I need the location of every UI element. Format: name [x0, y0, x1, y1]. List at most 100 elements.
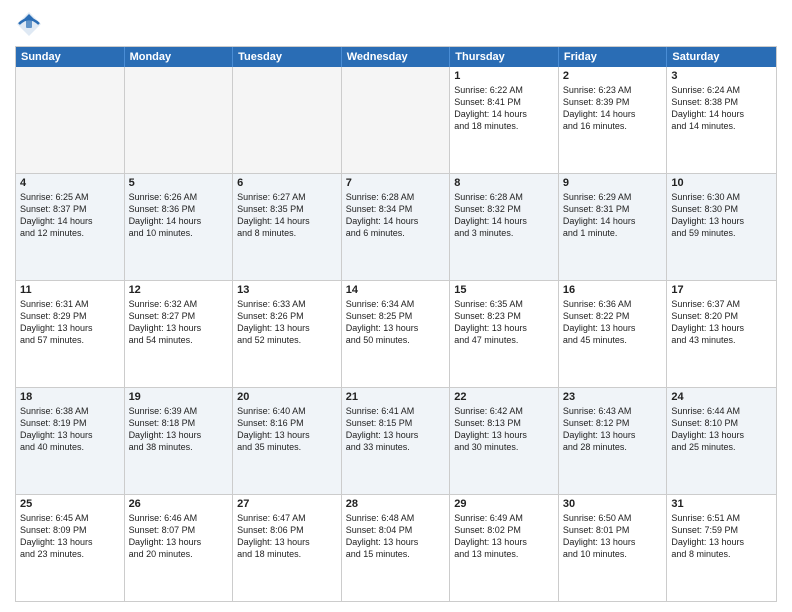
day-number: 28 — [346, 498, 446, 510]
day-number: 27 — [237, 498, 337, 510]
calendar-day-header: Tuesday — [233, 47, 342, 67]
day-info: Sunrise: 6:23 AM Sunset: 8:39 PM Dayligh… — [563, 84, 663, 133]
day-info: Sunrise: 6:46 AM Sunset: 8:07 PM Dayligh… — [129, 512, 229, 561]
day-number: 10 — [671, 177, 772, 189]
calendar-cell: 13 Sunrise: 6:33 AM Sunset: 8:26 PM Dayli… — [233, 281, 342, 387]
calendar-cell: 7 Sunrise: 6:28 AM Sunset: 8:34 PM Daylig… — [342, 174, 451, 280]
day-info: Sunrise: 6:32 AM Sunset: 8:27 PM Dayligh… — [129, 298, 229, 347]
day-number: 17 — [671, 284, 772, 296]
calendar-week: 11Sunrise: 6:31 AM Sunset: 8:29 PM Dayli… — [16, 281, 776, 388]
calendar-cell: 14 Sunrise: 6:34 AM Sunset: 8:25 PM Dayli… — [342, 281, 451, 387]
calendar-day-header: Saturday — [667, 47, 776, 67]
calendar-cell: 10 Sunrise: 6:30 AM Sunset: 8:30 PM Dayli… — [667, 174, 776, 280]
day-info: Sunrise: 6:39 AM Sunset: 8:18 PM Dayligh… — [129, 405, 229, 454]
calendar-cell: 6 Sunrise: 6:27 AM Sunset: 8:35 PM Daylig… — [233, 174, 342, 280]
day-number: 18 — [20, 391, 120, 403]
logo — [15, 10, 47, 38]
calendar-cell — [125, 67, 234, 173]
day-number: 23 — [563, 391, 663, 403]
calendar-week: 4 Sunrise: 6:25 AM Sunset: 8:37 PM Daylig… — [16, 174, 776, 281]
day-number: 8 — [454, 177, 554, 189]
day-number: 20 — [237, 391, 337, 403]
day-number: 1 — [454, 70, 554, 82]
calendar-cell: 12 Sunrise: 6:32 AM Sunset: 8:27 PM Dayli… — [125, 281, 234, 387]
day-number: 13 — [237, 284, 337, 296]
calendar-cell: 3 Sunrise: 6:24 AM Sunset: 8:38 PM Daylig… — [667, 67, 776, 173]
calendar-cell: 26Sunrise: 6:46 AM Sunset: 8:07 PM Dayli… — [125, 495, 234, 601]
calendar-cell: 24 Sunrise: 6:44 AM Sunset: 8:10 PM Dayli… — [667, 388, 776, 494]
calendar-day-header: Sunday — [16, 47, 125, 67]
day-info: Sunrise: 6:44 AM Sunset: 8:10 PM Dayligh… — [671, 405, 772, 454]
day-info: Sunrise: 6:29 AM Sunset: 8:31 PM Dayligh… — [563, 191, 663, 240]
calendar-cell: 23 Sunrise: 6:43 AM Sunset: 8:12 PM Dayli… — [559, 388, 668, 494]
day-info: Sunrise: 6:28 AM Sunset: 8:32 PM Dayligh… — [454, 191, 554, 240]
calendar-cell: 17 Sunrise: 6:37 AM Sunset: 8:20 PM Dayli… — [667, 281, 776, 387]
day-number: 11 — [20, 284, 120, 296]
day-info: Sunrise: 6:36 AM Sunset: 8:22 PM Dayligh… — [563, 298, 663, 347]
day-number: 5 — [129, 177, 229, 189]
day-info: Sunrise: 6:27 AM Sunset: 8:35 PM Dayligh… — [237, 191, 337, 240]
day-info: Sunrise: 6:28 AM Sunset: 8:34 PM Dayligh… — [346, 191, 446, 240]
day-info: Sunrise: 6:45 AM Sunset: 8:09 PM Dayligh… — [20, 512, 120, 561]
day-number: 3 — [671, 70, 772, 82]
calendar-cell — [16, 67, 125, 173]
logo-icon — [15, 10, 43, 38]
calendar-cell: 2 Sunrise: 6:23 AM Sunset: 8:39 PM Daylig… — [559, 67, 668, 173]
day-info: Sunrise: 6:51 AM Sunset: 7:59 PM Dayligh… — [671, 512, 772, 561]
day-info: Sunrise: 6:47 AM Sunset: 8:06 PM Dayligh… — [237, 512, 337, 561]
calendar-cell: 16 Sunrise: 6:36 AM Sunset: 8:22 PM Dayli… — [559, 281, 668, 387]
calendar-cell: 11Sunrise: 6:31 AM Sunset: 8:29 PM Dayli… — [16, 281, 125, 387]
calendar-cell: 9Sunrise: 6:29 AM Sunset: 8:31 PM Daylig… — [559, 174, 668, 280]
calendar-week: 1Sunrise: 6:22 AM Sunset: 8:41 PM Daylig… — [16, 67, 776, 174]
calendar-cell: 30 Sunrise: 6:50 AM Sunset: 8:01 PM Dayli… — [559, 495, 668, 601]
calendar-cell: 31Sunrise: 6:51 AM Sunset: 7:59 PM Dayli… — [667, 495, 776, 601]
calendar-cell: 27 Sunrise: 6:47 AM Sunset: 8:06 PM Dayli… — [233, 495, 342, 601]
calendar: SundayMondayTuesdayWednesdayThursdayFrid… — [15, 46, 777, 602]
day-info: Sunrise: 6:25 AM Sunset: 8:37 PM Dayligh… — [20, 191, 120, 240]
calendar-cell — [342, 67, 451, 173]
calendar-cell: 5 Sunrise: 6:26 AM Sunset: 8:36 PM Daylig… — [125, 174, 234, 280]
day-number: 21 — [346, 391, 446, 403]
calendar-cell: 29Sunrise: 6:49 AM Sunset: 8:02 PM Dayli… — [450, 495, 559, 601]
calendar-week: 25Sunrise: 6:45 AM Sunset: 8:09 PM Dayli… — [16, 495, 776, 601]
day-number: 19 — [129, 391, 229, 403]
day-number: 14 — [346, 284, 446, 296]
header — [15, 10, 777, 38]
calendar-cell: 18 Sunrise: 6:38 AM Sunset: 8:19 PM Dayli… — [16, 388, 125, 494]
calendar-cell: 21 Sunrise: 6:41 AM Sunset: 8:15 PM Dayli… — [342, 388, 451, 494]
day-number: 29 — [454, 498, 554, 510]
day-info: Sunrise: 6:43 AM Sunset: 8:12 PM Dayligh… — [563, 405, 663, 454]
calendar-day-header: Wednesday — [342, 47, 451, 67]
day-info: Sunrise: 6:41 AM Sunset: 8:15 PM Dayligh… — [346, 405, 446, 454]
calendar-cell: 28Sunrise: 6:48 AM Sunset: 8:04 PM Dayli… — [342, 495, 451, 601]
day-info: Sunrise: 6:35 AM Sunset: 8:23 PM Dayligh… — [454, 298, 554, 347]
calendar-cell: 8 Sunrise: 6:28 AM Sunset: 8:32 PM Daylig… — [450, 174, 559, 280]
day-info: Sunrise: 6:30 AM Sunset: 8:30 PM Dayligh… — [671, 191, 772, 240]
day-info: Sunrise: 6:33 AM Sunset: 8:26 PM Dayligh… — [237, 298, 337, 347]
calendar-body: 1Sunrise: 6:22 AM Sunset: 8:41 PM Daylig… — [16, 67, 776, 601]
calendar-header: SundayMondayTuesdayWednesdayThursdayFrid… — [16, 47, 776, 67]
calendar-cell: 20Sunrise: 6:40 AM Sunset: 8:16 PM Dayli… — [233, 388, 342, 494]
calendar-week: 18 Sunrise: 6:38 AM Sunset: 8:19 PM Dayli… — [16, 388, 776, 495]
day-info: Sunrise: 6:37 AM Sunset: 8:20 PM Dayligh… — [671, 298, 772, 347]
day-number: 30 — [563, 498, 663, 510]
day-info: Sunrise: 6:26 AM Sunset: 8:36 PM Dayligh… — [129, 191, 229, 240]
calendar-cell: 19 Sunrise: 6:39 AM Sunset: 8:18 PM Dayli… — [125, 388, 234, 494]
day-number: 4 — [20, 177, 120, 189]
day-number: 2 — [563, 70, 663, 82]
calendar-cell — [233, 67, 342, 173]
calendar-day-header: Friday — [559, 47, 668, 67]
day-number: 7 — [346, 177, 446, 189]
calendar-cell: 4 Sunrise: 6:25 AM Sunset: 8:37 PM Daylig… — [16, 174, 125, 280]
calendar-cell: 25Sunrise: 6:45 AM Sunset: 8:09 PM Dayli… — [16, 495, 125, 601]
calendar-cell: 22Sunrise: 6:42 AM Sunset: 8:13 PM Dayli… — [450, 388, 559, 494]
day-number: 24 — [671, 391, 772, 403]
day-info: Sunrise: 6:38 AM Sunset: 8:19 PM Dayligh… — [20, 405, 120, 454]
day-info: Sunrise: 6:50 AM Sunset: 8:01 PM Dayligh… — [563, 512, 663, 561]
day-number: 12 — [129, 284, 229, 296]
day-info: Sunrise: 6:34 AM Sunset: 8:25 PM Dayligh… — [346, 298, 446, 347]
day-info: Sunrise: 6:24 AM Sunset: 8:38 PM Dayligh… — [671, 84, 772, 133]
day-number: 16 — [563, 284, 663, 296]
calendar-day-header: Monday — [125, 47, 234, 67]
day-number: 6 — [237, 177, 337, 189]
